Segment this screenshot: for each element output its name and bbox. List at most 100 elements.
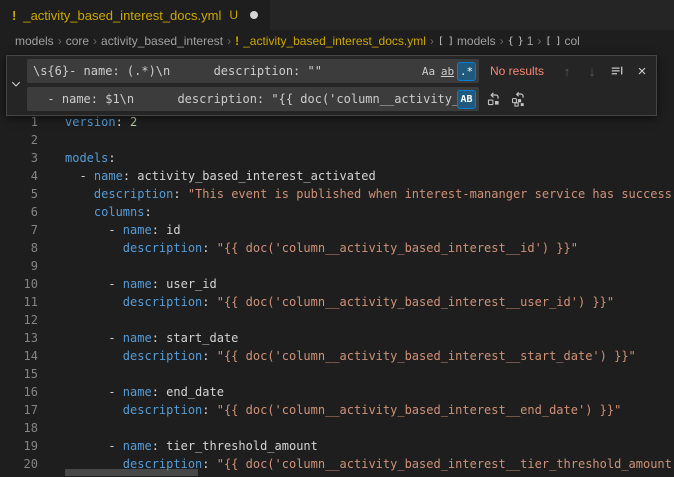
code-token: id — [166, 223, 180, 237]
breadcrumb-separator: › — [537, 34, 541, 48]
breadcrumb-separator: › — [430, 34, 434, 48]
tab-filename: _activity_based_interest_docs.yml — [23, 8, 221, 23]
code-line[interactable] — [65, 257, 672, 275]
breadcrumb: models›core›activity_based_interest›!_ac… — [0, 30, 674, 52]
previous-match-button[interactable]: ↑ — [557, 61, 577, 81]
code-token: "{{ doc('column__activity_based_interest… — [217, 241, 578, 255]
toggle-replace-button[interactable] — [7, 56, 25, 115]
line-number: 16 — [0, 383, 38, 401]
code-token: : — [152, 277, 166, 291]
line-number: 14 — [0, 347, 38, 365]
code-area: 1234567891011121314151617181920 version:… — [0, 113, 672, 473]
code-token: : — [202, 457, 216, 471]
whole-word-toggle[interactable]: ab — [438, 62, 457, 81]
code-token — [65, 349, 123, 363]
code-token: description — [94, 187, 173, 201]
arrow-down-icon: ↓ — [589, 64, 596, 79]
code-token: - — [65, 385, 123, 399]
code-token: - — [65, 169, 94, 183]
code-line[interactable]: - name: tier_threshold_amount — [65, 437, 672, 455]
breadcrumb-symbol[interactable]: 1 — [527, 34, 534, 48]
code-token: name — [123, 385, 152, 399]
warning-icon: ! — [12, 8, 16, 23]
code-line[interactable]: - name: activity_based_interest_activate… — [65, 167, 672, 185]
breadcrumb-item[interactable]: core — [66, 34, 89, 48]
code-line[interactable]: models: — [65, 149, 672, 167]
code-token: models — [65, 151, 108, 165]
code-line[interactable]: - name: start_date — [65, 329, 672, 347]
find-input[interactable]: \s{6}- name: (.*)\n description: "" Aa a… — [27, 59, 479, 83]
line-number: 7 — [0, 221, 38, 239]
line-number: 15 — [0, 365, 38, 383]
find-results-count: No results — [490, 64, 544, 78]
code-line[interactable] — [65, 419, 672, 437]
tab-activity-based-interest-docs[interactable]: ! _activity_based_interest_docs.yml U — [0, 0, 271, 30]
code-token: description — [123, 295, 202, 309]
code-line[interactable]: description: "This event is published wh… — [65, 185, 672, 203]
code-line[interactable]: description: "{{ doc('column__activity_b… — [65, 239, 672, 257]
breadcrumb-file[interactable]: _activity_based_interest_docs.yml — [243, 34, 426, 48]
line-number: 19 — [0, 437, 38, 455]
code-line[interactable]: columns: — [65, 203, 672, 221]
code-token: version — [65, 115, 116, 129]
code-token: description — [123, 241, 202, 255]
breadcrumb-item[interactable]: activity_based_interest — [101, 34, 223, 48]
code-line[interactable]: - name: end_date — [65, 383, 672, 401]
code-line[interactable] — [65, 365, 672, 383]
breadcrumb-separator: › — [500, 34, 504, 48]
code-line[interactable]: - name: user_id — [65, 275, 672, 293]
code-token: : — [144, 205, 151, 219]
code-token: : — [202, 403, 216, 417]
code-token: : — [152, 331, 166, 345]
breadcrumb-symbol[interactable]: models — [457, 34, 496, 48]
replace-value[interactable]: - name: $1\n description: "{{ doc('colum… — [33, 92, 457, 106]
code-token: : — [173, 187, 187, 201]
breadcrumb-item[interactable]: models — [15, 34, 54, 48]
replace-button[interactable] — [484, 89, 504, 109]
code-token: 2 — [130, 115, 137, 129]
code-lines: version: 2 models: - name: activity_based… — [65, 113, 672, 473]
code-token: name — [123, 331, 152, 345]
code-token: activity_based_interest_activated — [137, 169, 375, 183]
chevron-down-icon — [10, 77, 22, 95]
code-token: "{{ doc('column__activity_based_interest… — [217, 349, 636, 363]
code-token: : — [202, 241, 216, 255]
breadcrumb-separator: › — [227, 34, 231, 48]
match-case-toggle[interactable]: Aa — [419, 62, 438, 81]
breadcrumb-separator: › — [93, 34, 97, 48]
replace-all-button[interactable] — [509, 89, 529, 109]
code-token: : — [116, 115, 130, 129]
horizontal-scrollbar[interactable] — [65, 469, 198, 476]
line-number: 8 — [0, 239, 38, 257]
dirty-indicator[interactable] — [250, 11, 258, 19]
code-line[interactable]: description: "{{ doc('column__activity_b… — [65, 401, 672, 419]
replace-input[interactable]: - name: $1\n description: "{{ doc('colum… — [27, 87, 479, 111]
code-token — [65, 295, 123, 309]
find-query[interactable]: \s{6}- name: (.*)\n description: "" — [33, 64, 419, 78]
tab-bar: ! _activity_based_interest_docs.yml U — [0, 0, 674, 30]
close-find-widget-button[interactable]: × — [632, 61, 652, 81]
line-number: 11 — [0, 293, 38, 311]
find-in-selection-button[interactable] — [607, 61, 627, 81]
preserve-case-toggle[interactable]: AB — [457, 90, 476, 109]
code-line[interactable] — [65, 131, 672, 149]
find-widget: \s{6}- name: (.*)\n description: "" Aa a… — [6, 55, 657, 116]
code-token — [65, 241, 123, 255]
code-token: "{{ doc('column__activity_based_interest… — [217, 295, 614, 309]
code-token — [65, 205, 94, 219]
line-number: 2 — [0, 131, 38, 149]
code-token: start_date — [166, 331, 238, 345]
code-line[interactable]: description: "{{ doc('column__activity_b… — [65, 347, 672, 365]
breadcrumb-symbol[interactable]: col — [564, 34, 579, 48]
next-match-button[interactable]: ↓ — [582, 61, 602, 81]
code-token: - — [65, 331, 123, 345]
code-token: : — [152, 223, 166, 237]
code-line[interactable]: description: "{{ doc('column__activity_b… — [65, 293, 672, 311]
code-token: : — [202, 349, 216, 363]
replace-row: - name: $1\n description: "{{ doc('colum… — [27, 87, 652, 111]
code-line[interactable] — [65, 311, 672, 329]
code-token: "This event is published when interest-m… — [188, 187, 672, 201]
code-line[interactable]: - name: id — [65, 221, 672, 239]
regex-toggle[interactable]: .* — [457, 62, 476, 81]
close-icon: × — [638, 63, 647, 80]
